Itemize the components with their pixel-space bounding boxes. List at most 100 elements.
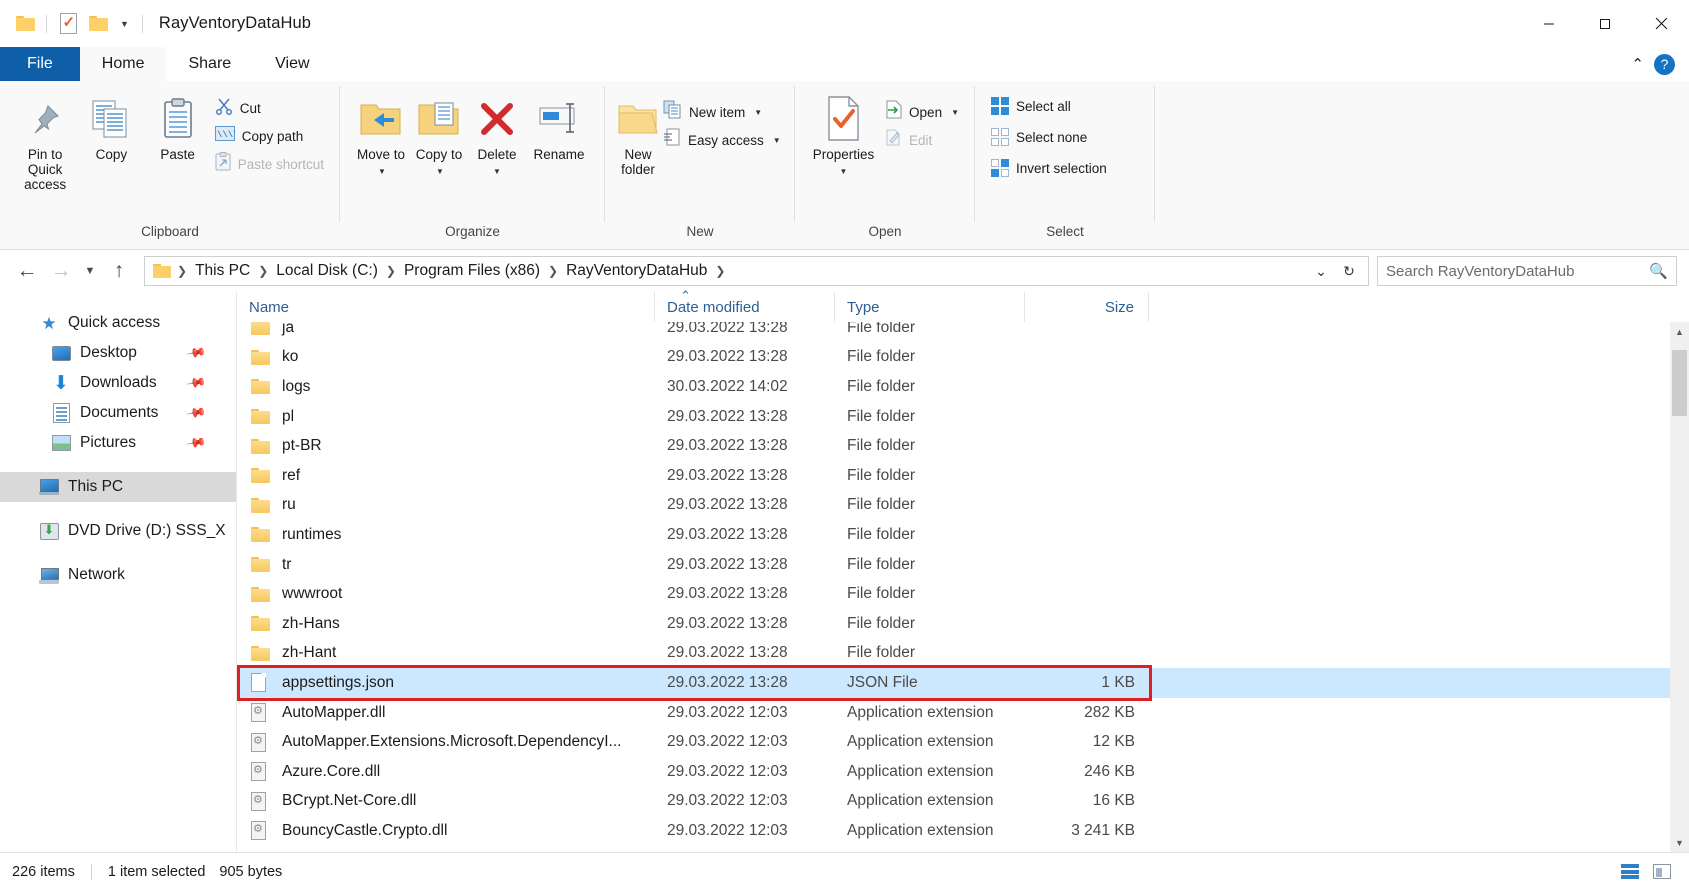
paste-button[interactable]: Paste: [144, 91, 210, 162]
back-arrow-icon[interactable]: ←: [10, 254, 44, 288]
table-row[interactable]: ja29.03.2022 13:28File folder: [237, 322, 1689, 343]
chevron-up-icon[interactable]: ⌃: [1631, 55, 1644, 73]
table-row[interactable]: zh-Hans29.03.2022 13:28File folder: [237, 609, 1689, 639]
search-icon[interactable]: 🔍: [1649, 262, 1668, 280]
search-box[interactable]: Search RayVentoryDataHub 🔍: [1377, 256, 1677, 286]
new-folder-icon[interactable]: [83, 9, 113, 39]
table-row[interactable]: tr29.03.2022 13:28File folder: [237, 550, 1689, 580]
up-arrow-icon[interactable]: ↑: [102, 254, 136, 288]
sidebar-item-documents[interactable]: Documents 📌: [0, 398, 236, 428]
help-icon[interactable]: ?: [1654, 54, 1675, 75]
easy-access-button[interactable]: Easy access ▼: [659, 129, 785, 151]
scroll-down-arrow-icon[interactable]: ▼: [1670, 833, 1689, 852]
recent-locations-icon[interactable]: ▼: [78, 254, 102, 288]
copy-button[interactable]: Copy: [78, 91, 144, 162]
file-name: wwwroot: [282, 585, 342, 603]
minimize-button[interactable]: [1521, 0, 1577, 47]
tiles-view-icon[interactable]: [1649, 860, 1675, 884]
open-caret-icon[interactable]: ▼: [951, 108, 959, 117]
cell-name: ref: [237, 467, 655, 485]
sidebar-item-desktop[interactable]: Desktop 📌: [0, 338, 236, 368]
vertical-scrollbar[interactable]: ▲ ▼: [1670, 322, 1689, 852]
pin-icon[interactable]: 📌: [185, 342, 207, 364]
copy-path-label: Copy path: [242, 129, 304, 144]
sidebar-item-downloads[interactable]: ⬇ Downloads 📌: [0, 368, 236, 398]
properties-check-icon[interactable]: [53, 9, 83, 39]
tab-view[interactable]: View: [253, 47, 331, 81]
column-header-size[interactable]: Size: [1025, 292, 1149, 322]
dll-file-icon: [251, 792, 273, 811]
open-button[interactable]: Open ▼: [880, 101, 963, 123]
tab-home[interactable]: Home: [80, 47, 167, 81]
select-none-button[interactable]: Select none: [987, 126, 1111, 148]
table-row[interactable]: zh-Hant29.03.2022 13:28File folder: [237, 639, 1689, 669]
sidebar-item-quick-access[interactable]: ★ Quick access: [0, 308, 236, 338]
folder-icon[interactable]: [10, 9, 40, 39]
new-folder-button[interactable]: New folder: [617, 91, 659, 177]
new-item-button[interactable]: New item ▼: [659, 101, 785, 123]
paste-shortcut-button[interactable]: Paste shortcut: [211, 153, 328, 175]
maximize-button[interactable]: [1577, 0, 1633, 47]
table-row[interactable]: BCrypt.Net-Core.dll29.03.2022 12:03Appli…: [237, 787, 1689, 817]
column-header-name[interactable]: Name: [237, 292, 655, 322]
table-row[interactable]: runtimes29.03.2022 13:28File folder: [237, 520, 1689, 550]
table-row[interactable]: logs30.03.2022 14:02File folder: [237, 372, 1689, 402]
search-input[interactable]: Search RayVentoryDataHub: [1386, 263, 1649, 280]
ribbon-group-open: Properties▼ Open ▼: [795, 81, 975, 250]
breadcrumb-item-program-files[interactable]: Program Files (x86): [398, 262, 546, 280]
new-item-caret-icon[interactable]: ▼: [754, 108, 762, 117]
sidebar-item-this-pc[interactable]: This PC: [0, 472, 236, 502]
table-row[interactable]: BouncyCastle.Crypto.dll29.03.2022 12:03A…: [237, 816, 1689, 846]
pin-icon[interactable]: 📌: [185, 402, 207, 424]
tab-file[interactable]: File: [0, 47, 80, 81]
forward-arrow-icon[interactable]: →: [44, 254, 78, 288]
chevron-down-icon[interactable]: ⌄: [1308, 263, 1334, 280]
refresh-icon[interactable]: ↻: [1336, 263, 1362, 280]
sidebar-item-dvd-drive[interactable]: DVD Drive (D:) SSS_X: [0, 516, 236, 546]
table-row[interactable]: pl29.03.2022 13:28File folder: [237, 402, 1689, 432]
close-button[interactable]: [1633, 0, 1689, 47]
sidebar-item-pictures[interactable]: Pictures 📌: [0, 428, 236, 458]
table-row[interactable]: ref29.03.2022 13:28File folder: [237, 461, 1689, 491]
copy-to-label: Copy to ▼: [410, 147, 468, 179]
folder-icon: [251, 527, 273, 542]
rename-button[interactable]: Rename: [526, 91, 592, 162]
table-row[interactable]: appsettings.json29.03.2022 13:28JSON Fil…: [237, 668, 1689, 698]
sidebar-item-network[interactable]: Network: [0, 560, 236, 590]
table-row[interactable]: AutoMapper.Extensions.Microsoft.Dependen…: [237, 727, 1689, 757]
details-view-icon[interactable]: [1617, 860, 1643, 884]
table-row[interactable]: ko29.03.2022 13:28File folder: [237, 343, 1689, 373]
breadcrumb[interactable]: ❯ This PC ❯ Local Disk (C:) ❯ Program Fi…: [144, 256, 1369, 286]
cut-button[interactable]: Cut: [211, 97, 328, 119]
customize-caret-icon[interactable]: ▼: [113, 19, 136, 29]
table-row[interactable]: pt-BR29.03.2022 13:28File folder: [237, 431, 1689, 461]
delete-button[interactable]: Delete▼: [468, 91, 526, 179]
breadcrumb-item-local-disk[interactable]: Local Disk (C:): [270, 262, 384, 280]
table-row[interactable]: wwwroot29.03.2022 13:28File folder: [237, 579, 1689, 609]
table-row[interactable]: ru29.03.2022 13:28File folder: [237, 491, 1689, 521]
table-row[interactable]: AutoMapper.dll29.03.2022 12:03Applicatio…: [237, 698, 1689, 728]
invert-selection-button[interactable]: Invert selection: [987, 157, 1111, 179]
breadcrumb-item-this-pc[interactable]: This PC: [189, 262, 256, 280]
cell-name: wwwroot: [237, 585, 655, 603]
status-bar: 226 items 1 item selected 905 bytes: [0, 852, 1689, 890]
cell-date-modified: 29.03.2022 13:28: [655, 556, 835, 574]
address-bar: ← → ▼ ↑ ❯ This PC ❯ Local Disk (C:) ❯ Pr…: [0, 250, 1689, 292]
pin-icon[interactable]: 📌: [185, 372, 207, 394]
copy-to-button[interactable]: Copy to ▼: [410, 91, 468, 179]
pin-icon[interactable]: 📌: [185, 432, 207, 454]
dll-file-icon: [251, 821, 273, 840]
copy-path-button[interactable]: \\\\.. Copy path: [211, 125, 328, 147]
scroll-up-arrow-icon[interactable]: ▲: [1670, 322, 1689, 341]
column-header-type[interactable]: Type: [835, 292, 1025, 322]
scrollbar-thumb[interactable]: [1672, 350, 1687, 416]
breadcrumb-item-rayventorydatahub[interactable]: RayVentoryDataHub: [560, 262, 713, 280]
table-row[interactable]: Azure.Core.dll29.03.2022 12:03Applicatio…: [237, 757, 1689, 787]
select-all-button[interactable]: Select all: [987, 95, 1111, 117]
cell-size: 282 KB: [1025, 704, 1149, 722]
easy-access-caret-icon[interactable]: ▼: [773, 136, 781, 145]
pin-to-quick-access-button[interactable]: Pin to Quick access: [12, 91, 78, 192]
move-to-button[interactable]: Move to ▼: [352, 91, 410, 179]
tab-share[interactable]: Share: [166, 47, 253, 81]
properties-button[interactable]: Properties▼: [807, 91, 880, 179]
